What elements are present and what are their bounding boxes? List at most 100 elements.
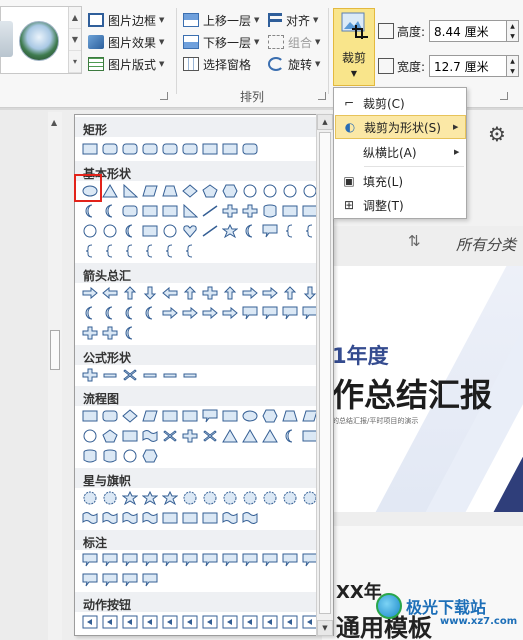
shape-plus-icon[interactable]: [241, 203, 259, 219]
selection-pane-button[interactable]: 选择窗格: [183, 54, 251, 74]
shape-act-icon[interactable]: [161, 614, 179, 630]
shape-dia-icon[interactable]: [121, 408, 139, 424]
shape-line-icon[interactable]: [201, 203, 219, 219]
shape-trap-icon[interactable]: [281, 408, 299, 424]
dialog-launcher-icon[interactable]: [500, 92, 508, 100]
shape-act-icon[interactable]: [221, 614, 239, 630]
shape-circ-icon[interactable]: [81, 428, 99, 444]
shape-para-icon[interactable]: [141, 408, 159, 424]
menu-item-fill[interactable]: ▣ 填充(L): [335, 169, 466, 193]
shape-hex-icon[interactable]: [261, 408, 279, 424]
shape-times-icon[interactable]: [161, 428, 179, 444]
shape-minus-icon[interactable]: [141, 367, 159, 383]
shape-rtri-icon[interactable]: [181, 203, 199, 219]
shape-moon-icon[interactable]: [81, 203, 99, 219]
shape-wave-icon[interactable]: [241, 510, 259, 526]
shape-call-icon[interactable]: [221, 552, 239, 568]
shape-wave-icon[interactable]: [141, 510, 159, 526]
shape-circ-icon[interactable]: [261, 183, 279, 199]
shape-star-icon[interactable]: [121, 490, 139, 506]
shape-star-icon[interactable]: [221, 223, 239, 239]
shape-call-icon[interactable]: [121, 552, 139, 568]
shape-burst-icon[interactable]: [201, 490, 219, 506]
shape-call-icon[interactable]: [101, 552, 119, 568]
shape-call-icon[interactable]: [281, 552, 299, 568]
shape-arrowU-icon[interactable]: [121, 285, 139, 301]
shape-act-icon[interactable]: [141, 614, 159, 630]
shape-rect-icon[interactable]: [81, 408, 99, 424]
shape-call-icon[interactable]: [201, 552, 219, 568]
shape-rect-icon[interactable]: [181, 408, 199, 424]
shape-arrowR-icon[interactable]: [161, 305, 179, 321]
shape-rect-icon[interactable]: [221, 141, 239, 157]
shape-arrowU-icon[interactable]: [181, 285, 199, 301]
shape-arrowL-icon[interactable]: [161, 285, 179, 301]
shape-call-icon[interactable]: [181, 552, 199, 568]
shape-oval-icon[interactable]: [241, 408, 259, 424]
shape-rrect-icon[interactable]: [121, 141, 139, 157]
bring-forward-button[interactable]: 上移一层 ▼: [183, 10, 259, 30]
shape-rrect-icon[interactable]: [121, 203, 139, 219]
menu-item-fit[interactable]: ⊞ 调整(T): [335, 193, 466, 217]
shape-act-icon[interactable]: [241, 614, 259, 630]
shape-tri-icon[interactable]: [221, 428, 239, 444]
menu-item-aspect-ratio[interactable]: 纵横比(A) ▶: [335, 140, 466, 164]
shape-arrowU-icon[interactable]: [281, 285, 299, 301]
shape-moon-icon[interactable]: [121, 305, 139, 321]
shape-moon-icon[interactable]: [281, 428, 299, 444]
shape-rrect-icon[interactable]: [241, 141, 259, 157]
height-input[interactable]: [429, 20, 508, 42]
shape-act-icon[interactable]: [261, 614, 279, 630]
shape-wave-icon[interactable]: [101, 510, 119, 526]
shape-circ-icon[interactable]: [161, 223, 179, 239]
shape-brace-icon[interactable]: [81, 243, 99, 259]
shape-call-icon[interactable]: [141, 552, 159, 568]
shape-call-icon[interactable]: [81, 552, 99, 568]
shape-minus-icon[interactable]: [181, 367, 199, 383]
shape-call-icon[interactable]: [241, 305, 259, 321]
gallery-scrollbar[interactable]: ▲ ▼: [316, 114, 333, 636]
rotate-button[interactable]: 旋转 ▼: [268, 54, 320, 74]
shape-times-icon[interactable]: [201, 428, 219, 444]
shape-pent-icon[interactable]: [101, 428, 119, 444]
shape-burst-icon[interactable]: [81, 490, 99, 506]
picture-layout-button[interactable]: 图片版式 ▼: [88, 54, 164, 74]
shape-cyl-icon[interactable]: [261, 203, 279, 219]
shape-act-icon[interactable]: [201, 614, 219, 630]
shape-rect-icon[interactable]: [141, 203, 159, 219]
width-input[interactable]: [429, 55, 508, 77]
shape-brace-icon[interactable]: [121, 243, 139, 259]
shape-moon-icon[interactable]: [101, 203, 119, 219]
shape-brace-icon[interactable]: [161, 243, 179, 259]
shape-plus-icon[interactable]: [81, 367, 99, 383]
shape-call-icon[interactable]: [81, 572, 99, 588]
shape-circ-icon[interactable]: [121, 448, 139, 464]
shape-tri-icon[interactable]: [241, 428, 259, 444]
shape-rrect-icon[interactable]: [161, 141, 179, 157]
shape-arrowR-icon[interactable]: [221, 305, 239, 321]
spin-up-icon[interactable]: ▲: [510, 23, 515, 30]
shape-call-icon[interactable]: [261, 305, 279, 321]
shape-call-icon[interactable]: [261, 223, 279, 239]
chevron-down-icon[interactable]: ▼: [317, 620, 333, 636]
shape-brace-icon[interactable]: [181, 243, 199, 259]
shape-rrect-icon[interactable]: [181, 141, 199, 157]
shape-plus-icon[interactable]: [221, 203, 239, 219]
shape-rect-icon[interactable]: [161, 510, 179, 526]
picture-style-gallery[interactable]: ▲ ▼ ▾: [0, 6, 82, 74]
shape-wave-icon[interactable]: [141, 428, 159, 444]
shape-moon-icon[interactable]: [121, 325, 139, 341]
shape-pent-icon[interactable]: [201, 183, 219, 199]
shape-circ-icon[interactable]: [241, 183, 259, 199]
shape-call-icon[interactable]: [261, 552, 279, 568]
shape-rect-icon[interactable]: [281, 203, 299, 219]
chevron-up-icon[interactable]: ▲: [317, 114, 333, 130]
shape-plus-icon[interactable]: [101, 325, 119, 341]
dialog-launcher-icon[interactable]: [318, 92, 326, 100]
vertical-scrollbar[interactable]: [48, 112, 62, 640]
shape-circ-icon[interactable]: [101, 223, 119, 239]
spin-up-icon[interactable]: ▲: [510, 58, 515, 65]
scroll-thumb[interactable]: [319, 132, 331, 614]
shape-arrowR-icon[interactable]: [181, 305, 199, 321]
shape-call-icon[interactable]: [201, 408, 219, 424]
